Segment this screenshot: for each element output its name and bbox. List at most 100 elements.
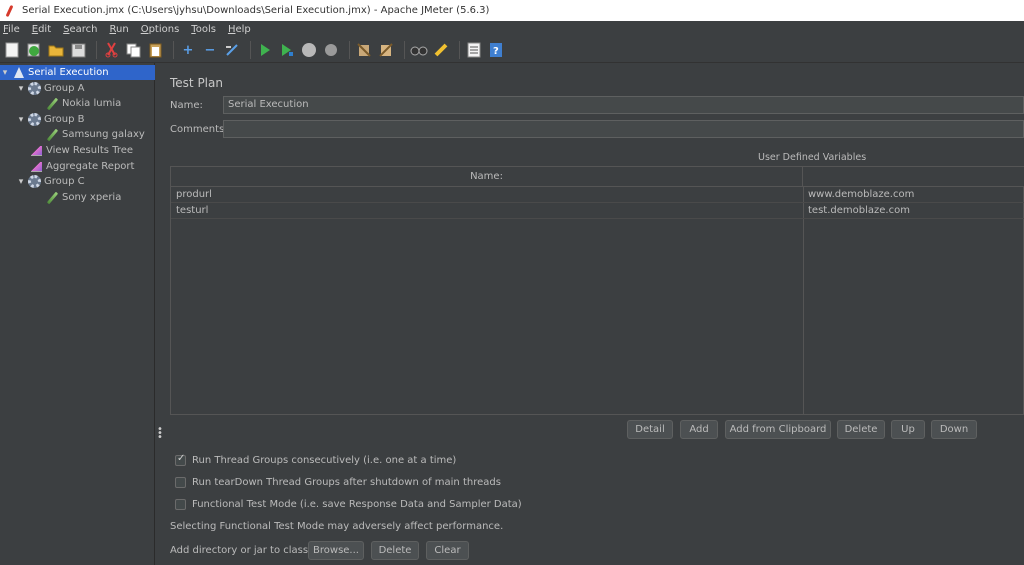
toolbar-separator — [250, 41, 251, 59]
variable-value-cell[interactable]: test.demoblaze.com — [808, 205, 910, 216]
help-icon[interactable]: ? — [487, 41, 505, 59]
clear-icon[interactable] — [355, 41, 373, 59]
menu-bar: File Edit Search Run Options Tools Help — [0, 21, 1024, 38]
column-divider — [803, 187, 804, 415]
tree-item-serial-execution[interactable]: ▾ Serial Execution — [0, 65, 155, 80]
jmeter-feather-icon — [5, 5, 15, 17]
delete-classpath-button[interactable]: Delete — [371, 541, 419, 560]
expand-all-icon[interactable]: + — [179, 41, 197, 59]
test-plan-icon — [12, 66, 25, 79]
comments-field[interactable] — [223, 120, 1024, 138]
column-header-name[interactable]: Name: — [171, 167, 803, 187]
tree-item-nokia-lumia[interactable]: Nokia lumia — [44, 96, 121, 111]
thread-group-icon — [28, 113, 41, 126]
up-button[interactable]: Up — [891, 420, 925, 439]
svg-text:?: ? — [493, 46, 499, 57]
functional-mode-label: Functional Test Mode (i.e. save Response… — [192, 499, 522, 510]
tree-item-aggregate-report[interactable]: Aggregate Report — [28, 159, 134, 174]
thread-group-icon — [28, 175, 41, 188]
tree-item-label: Serial Execution — [28, 67, 109, 78]
menu-edit[interactable]: Edit — [31, 24, 52, 35]
detail-button[interactable]: Detail — [627, 420, 673, 439]
variable-name-cell[interactable]: testurl — [176, 205, 208, 216]
cut-icon[interactable] — [102, 41, 120, 59]
clear-all-icon[interactable] — [377, 41, 395, 59]
table-header: Name: — [171, 167, 1024, 187]
stop-icon[interactable] — [300, 41, 318, 59]
chevron-down-icon[interactable]: ▾ — [16, 115, 26, 125]
comments-label: Comments: — [170, 124, 228, 135]
shutdown-icon[interactable] — [322, 41, 340, 59]
menu-run[interactable]: Run — [109, 24, 130, 35]
name-label: Name: — [170, 100, 203, 111]
run-teardown-option[interactable]: Run tearDown Thread Groups after shutdow… — [175, 477, 501, 488]
variable-name-cell[interactable]: produrl — [176, 189, 212, 200]
toolbar-separator — [459, 41, 460, 59]
paste-icon[interactable] — [146, 41, 164, 59]
sampler-icon — [46, 97, 59, 110]
tree-item-label: Group C — [44, 176, 85, 187]
table-row[interactable]: testurl test.demoblaze.com — [171, 203, 1024, 219]
copy-icon[interactable] — [124, 41, 142, 59]
delete-variable-button[interactable]: Delete — [837, 420, 885, 439]
add-from-clipboard-button[interactable]: Add from Clipboard — [725, 420, 831, 439]
run-consecutively-checkbox[interactable] — [175, 453, 186, 466]
toggle-icon[interactable] — [223, 41, 241, 59]
functional-mode-option[interactable]: Functional Test Mode (i.e. save Response… — [175, 499, 522, 510]
run-consecutively-option[interactable]: Run Thread Groups consecutively (i.e. on… — [175, 453, 457, 466]
start-icon[interactable] — [256, 41, 274, 59]
run-consecutively-label: Run Thread Groups consecutively (i.e. on… — [192, 455, 457, 466]
test-plan-tree: ▾ Serial Execution ▾ Group A Nokia lumia… — [0, 63, 155, 565]
tree-item-label: Group B — [44, 114, 85, 125]
menu-options[interactable]: Options — [140, 24, 181, 35]
functional-mode-checkbox[interactable] — [175, 499, 186, 510]
listener-icon — [30, 144, 43, 157]
sampler-icon — [46, 191, 59, 204]
window-title: Serial Execution.jmx (C:\Users\jyhsu\Dow… — [22, 5, 490, 16]
down-button[interactable]: Down — [931, 420, 977, 439]
open-icon[interactable] — [47, 41, 65, 59]
tree-item-label: Samsung galaxy — [62, 129, 145, 140]
run-teardown-label: Run tearDown Thread Groups after shutdow… — [192, 477, 501, 488]
templates-icon[interactable] — [25, 41, 43, 59]
collapse-all-icon[interactable]: − — [201, 41, 219, 59]
toolbar-separator — [96, 41, 97, 59]
name-field[interactable]: Serial Execution — [223, 96, 1024, 114]
toolbar-separator — [173, 41, 174, 59]
tree-item-sony-xperia[interactable]: Sony xperia — [44, 190, 121, 205]
tree-item-label: Sony xperia — [62, 192, 122, 203]
new-icon[interactable] — [3, 41, 21, 59]
functional-mode-note: Selecting Functional Test Mode may adver… — [170, 521, 504, 532]
start-no-pauses-icon[interactable] — [278, 41, 296, 59]
menu-search[interactable]: Search — [62, 24, 98, 35]
variable-value-cell[interactable]: www.demoblaze.com — [808, 189, 914, 200]
add-button[interactable]: Add — [680, 420, 718, 439]
function-helper-icon[interactable] — [465, 41, 483, 59]
toolbar: + − ? — [0, 38, 1024, 63]
chevron-down-icon[interactable]: ▾ — [16, 84, 26, 94]
menu-tools[interactable]: Tools — [190, 24, 217, 35]
user-defined-variables-table: Name: produrl www.demoblaze.com testurl … — [170, 166, 1024, 415]
menu-file[interactable]: File — [2, 24, 21, 35]
chevron-down-icon[interactable]: ▾ — [16, 177, 26, 187]
tree-item-group-b[interactable]: ▾ Group B — [16, 112, 84, 127]
save-icon[interactable] — [69, 41, 87, 59]
run-teardown-checkbox[interactable] — [175, 477, 186, 488]
tree-item-label: Group A — [44, 83, 85, 94]
chevron-down-icon[interactable]: ▾ — [0, 68, 10, 78]
menu-help[interactable]: Help — [227, 24, 252, 35]
panel-title: Test Plan — [170, 76, 223, 90]
search-icon[interactable] — [410, 41, 428, 59]
reset-search-icon[interactable] — [432, 41, 450, 59]
title-bar: Serial Execution.jmx (C:\Users\jyhsu\Dow… — [0, 0, 1024, 21]
browse-button[interactable]: Browse... — [308, 541, 364, 560]
tree-item-group-a[interactable]: ▾ Group A — [16, 81, 84, 96]
classpath-label: Add directory or jar to classpath — [170, 545, 331, 556]
tree-item-group-c[interactable]: ▾ Group C — [16, 174, 85, 189]
test-plan-panel: Test Plan Name: Serial Execution Comment… — [162, 63, 1024, 565]
tree-item-view-results-tree[interactable]: View Results Tree — [28, 143, 133, 158]
table-row[interactable]: produrl www.demoblaze.com — [171, 187, 1024, 203]
clear-classpath-button[interactable]: Clear — [426, 541, 469, 560]
thread-group-icon — [28, 82, 41, 95]
tree-item-samsung-galaxy[interactable]: Samsung galaxy — [44, 127, 145, 142]
